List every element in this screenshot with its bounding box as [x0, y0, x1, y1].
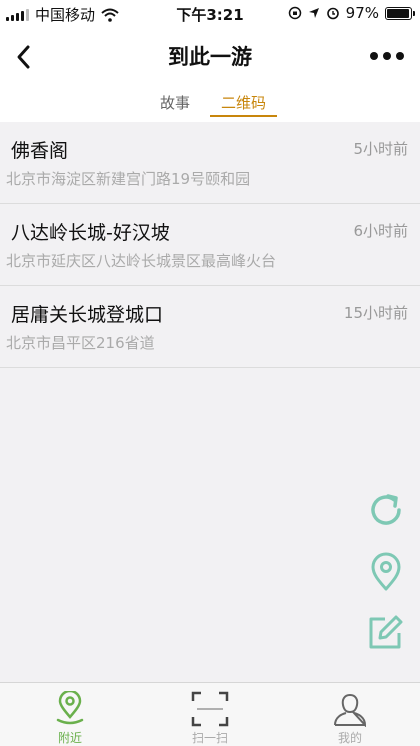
place-address: 北京市海淀区新建宫门路19号颐和园 — [6, 170, 251, 188]
rotation-lock-icon — [288, 6, 301, 20]
edit-icon[interactable] — [366, 612, 406, 652]
location-pin-icon — [56, 691, 84, 725]
page-title: 到此一游 — [168, 45, 252, 69]
place-time: 5小时前 — [353, 140, 408, 158]
bottom-tab-label: 我的 — [337, 731, 362, 745]
tab-bar: 故事 二维码 — [0, 86, 420, 122]
more-options-icon[interactable] — [370, 52, 404, 60]
place-time: 6小时前 — [353, 222, 408, 240]
alarm-icon — [326, 7, 339, 20]
bottom-tab-scan[interactable]: 扫一扫 — [140, 683, 280, 746]
list-item[interactable]: 居庸关长城登城口 15小时前 北京市昌平区216省道 — [0, 286, 420, 368]
place-address: 北京市昌平区216省道 — [6, 334, 155, 352]
battery-icon — [385, 6, 415, 20]
place-name: 居庸关长城登城口 — [11, 304, 164, 326]
list-item[interactable]: 佛香阁 5小时前 北京市海淀区新建宫门路19号颐和园 — [0, 122, 420, 204]
place-address: 北京市延庆区八达岭长城景区最高峰火台 — [6, 252, 277, 270]
location-arrow-icon — [308, 8, 319, 18]
scan-icon — [191, 691, 229, 727]
place-list: 佛香阁 5小时前 北京市海淀区新建宫门路19号颐和园 八达岭长城-好汉坡 6小时… — [0, 122, 420, 368]
bottom-tab-label: 扫一扫 — [191, 731, 228, 745]
bottom-tab-label: 附近 — [57, 731, 82, 745]
tab-stories[interactable]: 故事 — [160, 92, 190, 113]
bottom-tab-profile[interactable]: 我的 — [280, 683, 420, 746]
bottom-tab-nearby[interactable]: 附近 — [0, 683, 140, 746]
status-right: 97% — [288, 4, 415, 22]
battery-percent: 97% — [345, 4, 379, 22]
user-icon — [334, 693, 367, 727]
nav-bar: 到此一游 — [0, 28, 420, 86]
place-time: 15小时前 — [343, 304, 408, 322]
tab-qrcode[interactable]: 二维码 — [221, 92, 266, 113]
place-name: 八达岭长城-好汉坡 — [11, 222, 170, 244]
place-name: 佛香阁 — [11, 140, 69, 162]
tab-active-indicator — [210, 115, 277, 117]
location-pin-icon[interactable] — [366, 552, 406, 592]
bottom-tab-bar: 附近 扫一扫 我的 — [0, 682, 420, 746]
status-bar: 中国移动 下午3:21 97% — [0, 0, 420, 28]
refresh-icon[interactable] — [366, 490, 406, 530]
list-item[interactable]: 八达岭长城-好汉坡 6小时前 北京市延庆区八达岭长城景区最高峰火台 — [0, 204, 420, 286]
